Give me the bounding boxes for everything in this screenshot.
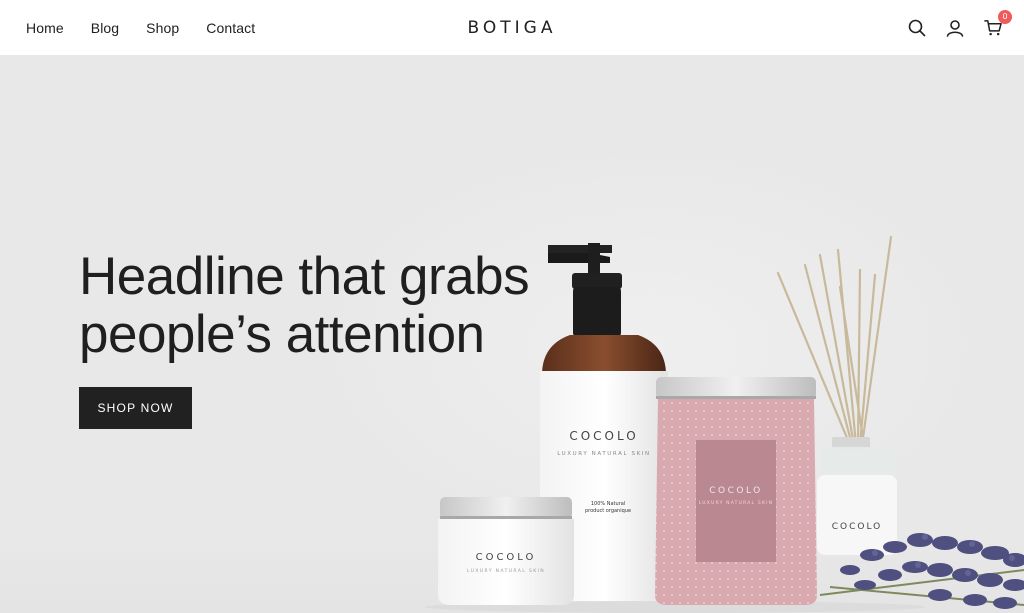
shop-now-button[interactable]: SHOP NOW — [79, 387, 192, 429]
main-navigation: Home Blog Shop Contact — [26, 0, 255, 55]
diffuser-bottle: COCOLO — [817, 437, 897, 555]
header-icons: 0 — [908, 0, 1012, 55]
white-jar: COCOLO LUXURY NATURAL SKIN — [438, 497, 574, 605]
site-header: Home Blog Shop Contact BOTIGA 0 — [0, 0, 1024, 55]
pump-note-1: 100% Natural — [591, 501, 625, 507]
nav-link-contact[interactable]: Contact — [206, 20, 255, 36]
user-icon[interactable] — [946, 19, 964, 37]
nav-link-blog[interactable]: Blog — [91, 20, 119, 36]
product-image: COCOLO COCOLO LUXURY NATURAL SKIN 100% N… — [420, 175, 1024, 613]
pump-note-2: product organique — [585, 508, 631, 514]
pump-brand-label: COCOLO — [569, 429, 638, 443]
diffuser-brand-label: COCOLO — [832, 522, 883, 532]
product-illustration: COCOLO COCOLO LUXURY NATURAL SKIN 100% N… — [425, 235, 1024, 613]
white-jar-tagline-label: LUXURY NATURAL SKIN — [467, 568, 545, 574]
pink-jar-tagline-label: LUXURY NATURAL SKIN — [699, 500, 773, 506]
cart-icon[interactable]: 0 — [984, 9, 1012, 37]
pump-tagline-label: LUXURY NATURAL SKIN — [557, 451, 650, 457]
cart-count-badge: 0 — [998, 9, 1012, 24]
pink-jar: COCOLO LUXURY NATURAL SKIN — [655, 377, 817, 605]
nav-link-home[interactable]: Home — [26, 20, 64, 36]
nav-link-shop[interactable]: Shop — [146, 20, 179, 36]
pink-jar-brand-label: COCOLO — [709, 486, 763, 496]
site-logo[interactable]: BOTIGA — [468, 18, 557, 38]
white-jar-brand-label: COCOLO — [476, 552, 537, 563]
search-icon[interactable] — [908, 19, 926, 37]
hero-section: Headline that grabs people’s attention S… — [0, 55, 1024, 613]
